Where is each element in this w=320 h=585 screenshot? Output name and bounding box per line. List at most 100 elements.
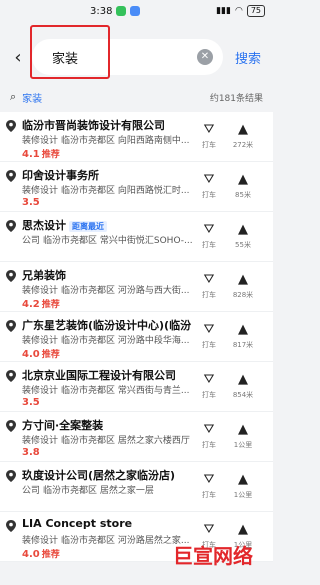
clear-icon[interactable]: ✕ bbox=[196, 49, 213, 65]
search-button[interactable]: 搜索 bbox=[235, 48, 261, 67]
taxi-button[interactable]: ⛛ 打车 bbox=[198, 322, 220, 350]
taxi-icon: ⛛ bbox=[203, 272, 215, 287]
results-list: 临汾市晋尚装饰设计有限公司 装修设计 临汾市尧都区 向阳西路南侧中... 4.1 推… bbox=[0, 112, 273, 562]
place-category: 公司 bbox=[22, 486, 41, 496]
location-pin-icon bbox=[6, 520, 16, 532]
navigate-arrow-icon: ▲ bbox=[238, 522, 248, 537]
taxi-button[interactable]: ⛛ 打车 bbox=[198, 422, 220, 450]
distance-label: 828米 bbox=[232, 291, 254, 299]
place-address: 临汾市尧都区 河汾路中段华海... bbox=[61, 336, 190, 346]
navigate-button[interactable]: ▲ 854米 bbox=[228, 372, 258, 400]
navigate-button[interactable]: ▲ 1公里 bbox=[228, 472, 258, 500]
taxi-label: 打车 bbox=[202, 441, 216, 449]
location-pin-icon bbox=[6, 470, 16, 482]
taxi-icon: ⛛ bbox=[203, 422, 215, 437]
taxi-label: 打车 bbox=[202, 291, 216, 299]
taxi-label: 打车 bbox=[202, 191, 216, 199]
place-name[interactable]: 广东星艺装饰(临汾设计中心)(临汾... bbox=[22, 317, 192, 333]
rating-value: 3.8 bbox=[22, 447, 40, 458]
distance-label: 1公里 bbox=[233, 441, 253, 449]
rating-value: 4.0 bbox=[22, 349, 40, 360]
place-info: 装修设计 临汾市尧都区 河汾路中段华海... bbox=[22, 333, 189, 346]
taxi-label: 打车 bbox=[202, 391, 216, 399]
suggestion-keyword[interactable]: 家装 bbox=[22, 90, 210, 105]
result-card[interactable]: 兄弟装饰 装修设计 临汾市尧都区 河汾路与西大街... 4.2 推荐 ⛛ 打车 ▲ … bbox=[0, 262, 273, 312]
place-info: 装修设计 临汾市尧都区 向阳西路南侧中... bbox=[22, 133, 189, 146]
result-count: 约181条结果 bbox=[209, 93, 263, 104]
place-name[interactable]: 方寸间·全案整装 bbox=[22, 417, 103, 433]
taxi-button[interactable]: ⛛ 打车 bbox=[198, 472, 220, 500]
location-pin-icon bbox=[6, 320, 16, 332]
place-info: 装修设计 临汾市尧都区 河汾路与西大街... bbox=[22, 283, 189, 296]
place-name[interactable]: 印舍设计事务所 bbox=[22, 167, 99, 183]
taxi-button[interactable]: ⛛ 打车 bbox=[198, 222, 220, 250]
place-name[interactable]: 玖度设计公司(居然之家临汾店) bbox=[22, 467, 175, 483]
place-category: 装修设计 bbox=[22, 336, 59, 346]
place-name[interactable]: 临汾市晋尚装饰设计有限公司 bbox=[22, 117, 165, 133]
result-card[interactable]: 广东星艺装饰(临汾设计中心)(临汾... 装修设计 临汾市尧都区 河汾路中段华海.… bbox=[0, 312, 273, 362]
place-category: 装修设计 bbox=[22, 536, 59, 546]
distance-label: 817米 bbox=[232, 341, 254, 349]
taxi-icon: ⛛ bbox=[203, 122, 215, 137]
navigate-button[interactable]: ▲ 817米 bbox=[228, 322, 258, 350]
navigate-arrow-icon: ▲ bbox=[238, 422, 248, 437]
place-name[interactable]: 思杰设计 距离最近 bbox=[22, 217, 107, 233]
place-address: 临汾市尧都区 河汾路与西大街... bbox=[61, 286, 190, 296]
result-card[interactable]: 北京京业国际工程设计有限公司 装修设计 临汾市尧都区 常兴西街与青兰... 3.5… bbox=[0, 362, 273, 412]
place-address: 临汾市尧都区 居然之家六楼西厅 bbox=[61, 436, 190, 446]
distance-label: 85米 bbox=[235, 191, 251, 199]
navigate-button[interactable]: ▲ 55米 bbox=[228, 222, 258, 250]
place-category: 装修设计 bbox=[22, 186, 59, 196]
rating-value: 4.2 bbox=[22, 299, 40, 310]
taxi-label: 打车 bbox=[202, 341, 216, 349]
navigate-arrow-icon: ▲ bbox=[238, 122, 248, 137]
result-card[interactable]: 印舍设计事务所 装修设计 临汾市尧都区 向阳西路悦汇时... 3.5 ⛛ 打车 ▲… bbox=[0, 162, 273, 212]
place-info: 装修设计 临汾市尧都区 居然之家六楼西厅 bbox=[22, 433, 190, 446]
place-rating: 4.2 推荐 bbox=[22, 297, 60, 310]
status-bar: 3:38 ▮▮▮ ◠ 75 bbox=[0, 0, 273, 22]
location-pin-icon bbox=[6, 170, 16, 182]
taxi-button[interactable]: ⛛ 打车 bbox=[198, 172, 220, 200]
rating-value: 3.5 bbox=[22, 397, 40, 408]
place-address: 临汾市尧都区 向阳西路悦汇时... bbox=[61, 186, 190, 196]
app-icon bbox=[130, 6, 141, 16]
location-pin-icon bbox=[6, 420, 16, 432]
place-address: 临汾市尧都区 河汾路居然之家... bbox=[61, 536, 190, 546]
search-box[interactable]: 家装 ✕ bbox=[30, 25, 223, 79]
taxi-button[interactable]: ⛛ 打车 bbox=[198, 272, 220, 300]
taxi-icon: ⛛ bbox=[203, 522, 215, 537]
navigate-button[interactable]: ▲ 272米 bbox=[228, 122, 258, 150]
place-category: 装修设计 bbox=[22, 136, 59, 146]
place-name[interactable]: LIA Concept store bbox=[22, 517, 132, 530]
place-rating: 4.1 推荐 bbox=[22, 147, 60, 160]
place-rating bbox=[22, 247, 24, 258]
location-pin-icon bbox=[6, 270, 16, 282]
navigate-button[interactable]: ▲ 85米 bbox=[228, 172, 258, 200]
result-card[interactable]: 玖度设计公司(居然之家临汾店) 公司 临汾市尧都区 居然之家一层 ⛛ 打车 ▲ 1… bbox=[0, 462, 273, 512]
wechat-icon bbox=[116, 6, 127, 16]
taxi-button[interactable]: ⛛ 打车 bbox=[198, 372, 220, 400]
place-name[interactable]: 兄弟装饰 bbox=[22, 267, 66, 283]
navigate-arrow-icon: ▲ bbox=[238, 272, 248, 287]
navigate-button[interactable]: ▲ 828米 bbox=[228, 272, 258, 300]
place-info: 装修设计 临汾市尧都区 河汾路居然之家... bbox=[22, 533, 189, 546]
wifi-icon: ◠ bbox=[234, 6, 243, 16]
result-card[interactable]: 方寸间·全案整装 装修设计 临汾市尧都区 居然之家六楼西厅 3.8 ⛛ 打车 ▲ … bbox=[0, 412, 273, 462]
result-card[interactable]: 临汾市晋尚装饰设计有限公司 装修设计 临汾市尧都区 向阳西路南侧中... 4.1 推… bbox=[0, 112, 273, 162]
distance-label: 1公里 bbox=[233, 491, 253, 499]
place-name[interactable]: 北京京业国际工程设计有限公司 bbox=[22, 367, 176, 383]
result-card[interactable]: 思杰设计 距离最近 公司 临汾市尧都区 常兴中街悦汇SOHO-... ⛛ 打车 ▲ … bbox=[0, 212, 273, 262]
navigate-arrow-icon: ▲ bbox=[238, 472, 248, 487]
taxi-button[interactable]: ⛛ 打车 bbox=[198, 122, 220, 150]
navigate-arrow-icon: ▲ bbox=[238, 222, 248, 237]
search-input[interactable]: 家装 bbox=[42, 48, 197, 67]
place-rating bbox=[22, 497, 24, 508]
navigate-arrow-icon: ▲ bbox=[238, 322, 248, 337]
navigate-button[interactable]: ▲ 1公里 bbox=[228, 422, 258, 450]
back-icon[interactable]: ‹ bbox=[8, 47, 28, 68]
location-pin-icon bbox=[6, 120, 16, 132]
suggestion-row[interactable]: ⌕ 家装 约181条结果 bbox=[0, 86, 273, 108]
place-address: 临汾市尧都区 向阳西路南侧中... bbox=[61, 136, 190, 146]
distance-label: 854米 bbox=[232, 391, 254, 399]
battery-icon: 75 bbox=[246, 5, 265, 17]
